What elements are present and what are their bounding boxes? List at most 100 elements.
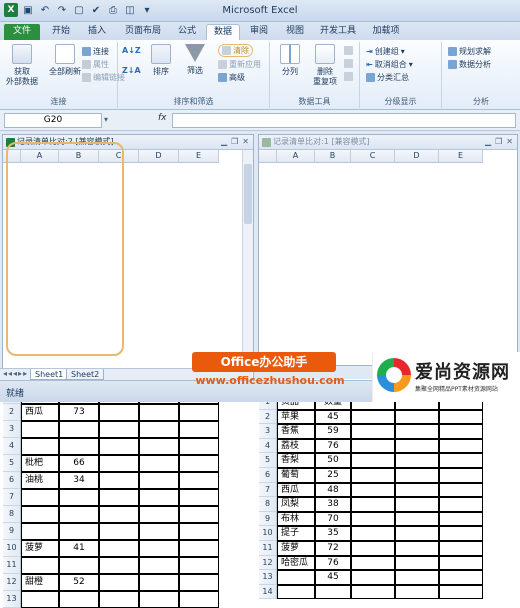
cell-e7[interactable] bbox=[179, 489, 219, 506]
get-external-data-button[interactable]: 获取 外部数据 bbox=[4, 44, 40, 87]
cell-c13[interactable] bbox=[351, 570, 395, 585]
row-header[interactable]: 12 bbox=[3, 574, 21, 591]
connections-button[interactable]: 连接 bbox=[82, 46, 109, 57]
cell-a2[interactable]: 西瓜 bbox=[21, 404, 59, 421]
cell-d9[interactable] bbox=[139, 523, 179, 540]
cell-d4[interactable] bbox=[395, 438, 439, 454]
cell-e7[interactable] bbox=[439, 482, 483, 498]
row-header[interactable]: 2 bbox=[259, 409, 277, 425]
cell-b13[interactable]: 45 bbox=[315, 570, 351, 585]
tab-review[interactable]: 审阅 bbox=[244, 24, 274, 40]
row-header[interactable]: 4 bbox=[3, 438, 21, 455]
cell-b9[interactable] bbox=[59, 523, 99, 540]
remove-duplicates-button[interactable]: 删除 重复项 bbox=[308, 44, 342, 87]
cell-a10[interactable]: 提子 bbox=[277, 526, 315, 541]
cell-b2[interactable]: 73 bbox=[59, 404, 99, 421]
cell-a3[interactable]: 香蕉 bbox=[277, 424, 315, 439]
cell-b10[interactable]: 41 bbox=[59, 540, 99, 557]
row-header[interactable]: 8 bbox=[3, 506, 21, 523]
cell-a2[interactable]: 苹果 bbox=[277, 409, 315, 425]
cell-e12[interactable] bbox=[179, 574, 219, 591]
cell-e8[interactable] bbox=[179, 506, 219, 523]
row-header[interactable]: 4 bbox=[259, 438, 277, 454]
cell-e2[interactable] bbox=[439, 409, 483, 425]
cell-c10[interactable] bbox=[99, 540, 139, 557]
sheet-tab-2[interactable]: Sheet2 bbox=[66, 369, 105, 380]
what-if-icon[interactable] bbox=[344, 72, 353, 81]
cell-d6[interactable] bbox=[395, 468, 439, 483]
cell-b3[interactable]: 59 bbox=[315, 424, 351, 439]
formula-input[interactable] bbox=[172, 113, 516, 128]
cell-e13[interactable] bbox=[439, 570, 483, 585]
column-header-e[interactable]: E bbox=[439, 150, 483, 163]
sort-az-icon[interactable]: A↓Z bbox=[122, 46, 141, 55]
tab-developer[interactable]: 开发工具 bbox=[316, 24, 360, 40]
cell-e10[interactable] bbox=[179, 540, 219, 557]
cell-c2[interactable] bbox=[99, 404, 139, 421]
row-header[interactable]: 10 bbox=[259, 526, 277, 541]
column-header-b[interactable]: B bbox=[315, 150, 351, 163]
cell-e10[interactable] bbox=[439, 526, 483, 541]
cell-c13[interactable] bbox=[99, 591, 139, 608]
row-header[interactable]: 7 bbox=[259, 482, 277, 498]
cell-d2[interactable] bbox=[139, 404, 179, 421]
cell-e11[interactable] bbox=[179, 557, 219, 574]
tab-page-layout[interactable]: 页面布局 bbox=[118, 24, 168, 40]
column-header-d[interactable]: D bbox=[139, 150, 179, 163]
cell-d7[interactable] bbox=[139, 489, 179, 506]
cell-a7[interactable]: 西瓜 bbox=[277, 482, 315, 498]
cell-d5[interactable] bbox=[139, 455, 179, 472]
cell-a4[interactable]: 荔枝 bbox=[277, 438, 315, 454]
cell-d9[interactable] bbox=[395, 511, 439, 527]
data-analysis-button[interactable]: 数据分析 bbox=[448, 59, 491, 70]
cell-c12[interactable] bbox=[99, 574, 139, 591]
cell-b3[interactable] bbox=[59, 421, 99, 438]
cell-d12[interactable] bbox=[395, 555, 439, 571]
cell-a8[interactable] bbox=[21, 506, 59, 523]
cell-e5[interactable] bbox=[439, 453, 483, 468]
cell-c5[interactable] bbox=[99, 455, 139, 472]
cell-b7[interactable]: 48 bbox=[315, 482, 351, 498]
cell-e8[interactable] bbox=[439, 497, 483, 512]
text-to-columns-button[interactable]: 分列 bbox=[274, 44, 306, 77]
group-button[interactable]: ⇥ 创建组 ▾ bbox=[366, 46, 405, 57]
cell-e2[interactable] bbox=[179, 404, 219, 421]
cell-a3[interactable] bbox=[21, 421, 59, 438]
cell-a13[interactable] bbox=[21, 591, 59, 608]
cell-e4[interactable] bbox=[179, 438, 219, 455]
cell-d11[interactable] bbox=[395, 541, 439, 556]
cell-c3[interactable] bbox=[99, 421, 139, 438]
cell-e9[interactable] bbox=[439, 511, 483, 527]
cell-e13[interactable] bbox=[179, 591, 219, 608]
cell-b4[interactable] bbox=[59, 438, 99, 455]
tab-file[interactable]: 文件 bbox=[4, 24, 40, 40]
cell-b4[interactable]: 76 bbox=[315, 438, 351, 454]
cell-d8[interactable] bbox=[395, 497, 439, 512]
left-vertical-scrollbar[interactable] bbox=[242, 150, 253, 368]
minimize-icon[interactable]: ▁ bbox=[221, 137, 227, 146]
cell-b11[interactable]: 72 bbox=[315, 541, 351, 556]
cell-b7[interactable] bbox=[59, 489, 99, 506]
cell-a5[interactable]: 香梨 bbox=[277, 453, 315, 468]
cell-b9[interactable]: 70 bbox=[315, 511, 351, 527]
cell-e6[interactable] bbox=[439, 468, 483, 483]
row-header[interactable]: 7 bbox=[3, 489, 21, 506]
column-header-d[interactable]: D bbox=[395, 150, 439, 163]
cell-c7[interactable] bbox=[99, 489, 139, 506]
row-header[interactable]: 12 bbox=[259, 555, 277, 571]
cell-a13[interactable] bbox=[277, 570, 315, 585]
row-header[interactable]: 8 bbox=[259, 497, 277, 512]
cell-a11[interactable]: 菠萝 bbox=[277, 541, 315, 556]
cell-d14[interactable] bbox=[395, 584, 439, 600]
close-icon[interactable]: ✕ bbox=[242, 137, 249, 146]
row-header[interactable]: 6 bbox=[3, 472, 21, 489]
cell-a10[interactable]: 菠萝 bbox=[21, 540, 59, 557]
cell-d3[interactable] bbox=[395, 424, 439, 439]
name-box[interactable]: G20 bbox=[4, 113, 102, 128]
cell-d7[interactable] bbox=[395, 482, 439, 498]
cell-a4[interactable] bbox=[21, 438, 59, 455]
sheet-tab-1[interactable]: Sheet1 bbox=[30, 369, 69, 380]
fx-icon[interactable]: fx bbox=[158, 113, 167, 123]
cell-e5[interactable] bbox=[179, 455, 219, 472]
reapply-button[interactable]: 重新应用 bbox=[218, 59, 261, 70]
